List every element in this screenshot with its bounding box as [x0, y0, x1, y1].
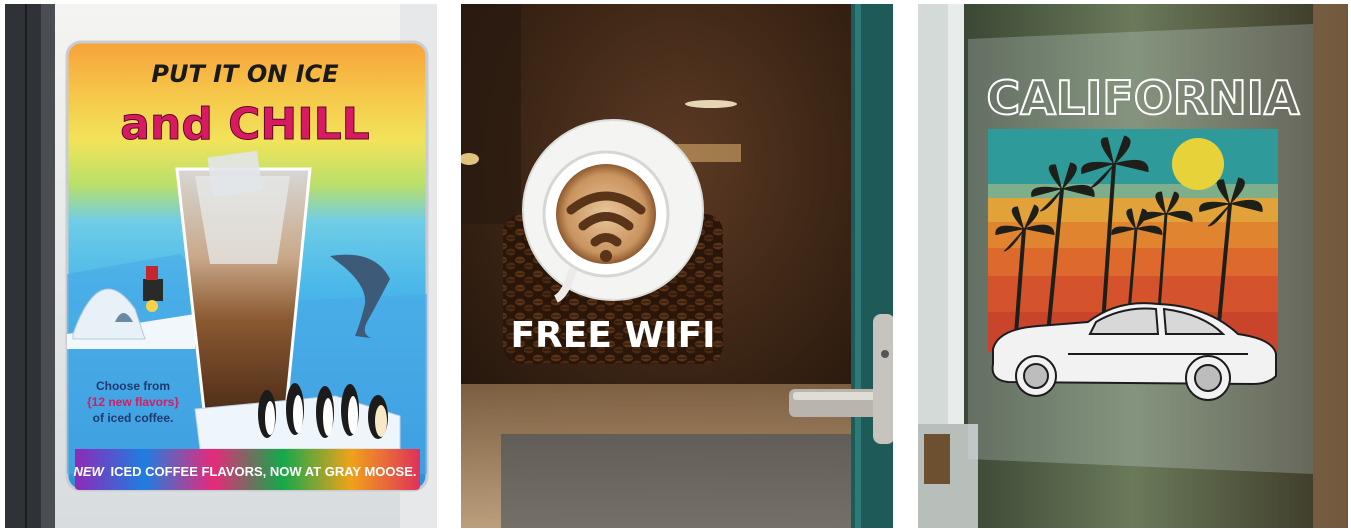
california-title: CALIFORNIA: [987, 71, 1300, 125]
free-wifi-door-photo: FREE WIFI: [461, 4, 893, 528]
iced-coffee-scene: PUT IT ON ICE and CHILL Choose from {12 …: [5, 4, 437, 528]
window-hinge: [924, 434, 950, 484]
headline-main: and CHILL: [120, 99, 369, 150]
california-window-photo: CALIFORNIA: [918, 4, 1348, 528]
headline-top: PUT IT ON ICE: [151, 60, 339, 88]
iced-coffee-window-sign-photo: PUT IT ON ICE and CHILL Choose from {12 …: [5, 4, 437, 528]
body-line-2: {12 new flavors}: [87, 395, 179, 409]
sun: [1172, 138, 1224, 190]
ceiling-light: [685, 100, 737, 108]
banner-lead: NEW: [74, 464, 106, 479]
body-line-1: Choose from: [96, 379, 170, 393]
banner-text: NEW ICED COFFEE FLAVORS, NOW AT GRAY MOO…: [74, 464, 417, 479]
free-wifi-label: FREE WIFI: [510, 315, 715, 356]
body-line-3: of iced coffee.: [93, 411, 174, 425]
california-window-cling: CALIFORNIA: [968, 24, 1313, 474]
cafe-door-scene: FREE WIFI: [461, 4, 893, 528]
iced-coffee-poster: PUT IT ON ICE and CHILL Choose from {12 …: [65, 40, 429, 492]
banner-body: ICED COFFEE FLAVORS, NOW AT GRAY MOOSE.: [110, 464, 416, 479]
california-window-scene: CALIFORNIA: [918, 4, 1348, 528]
